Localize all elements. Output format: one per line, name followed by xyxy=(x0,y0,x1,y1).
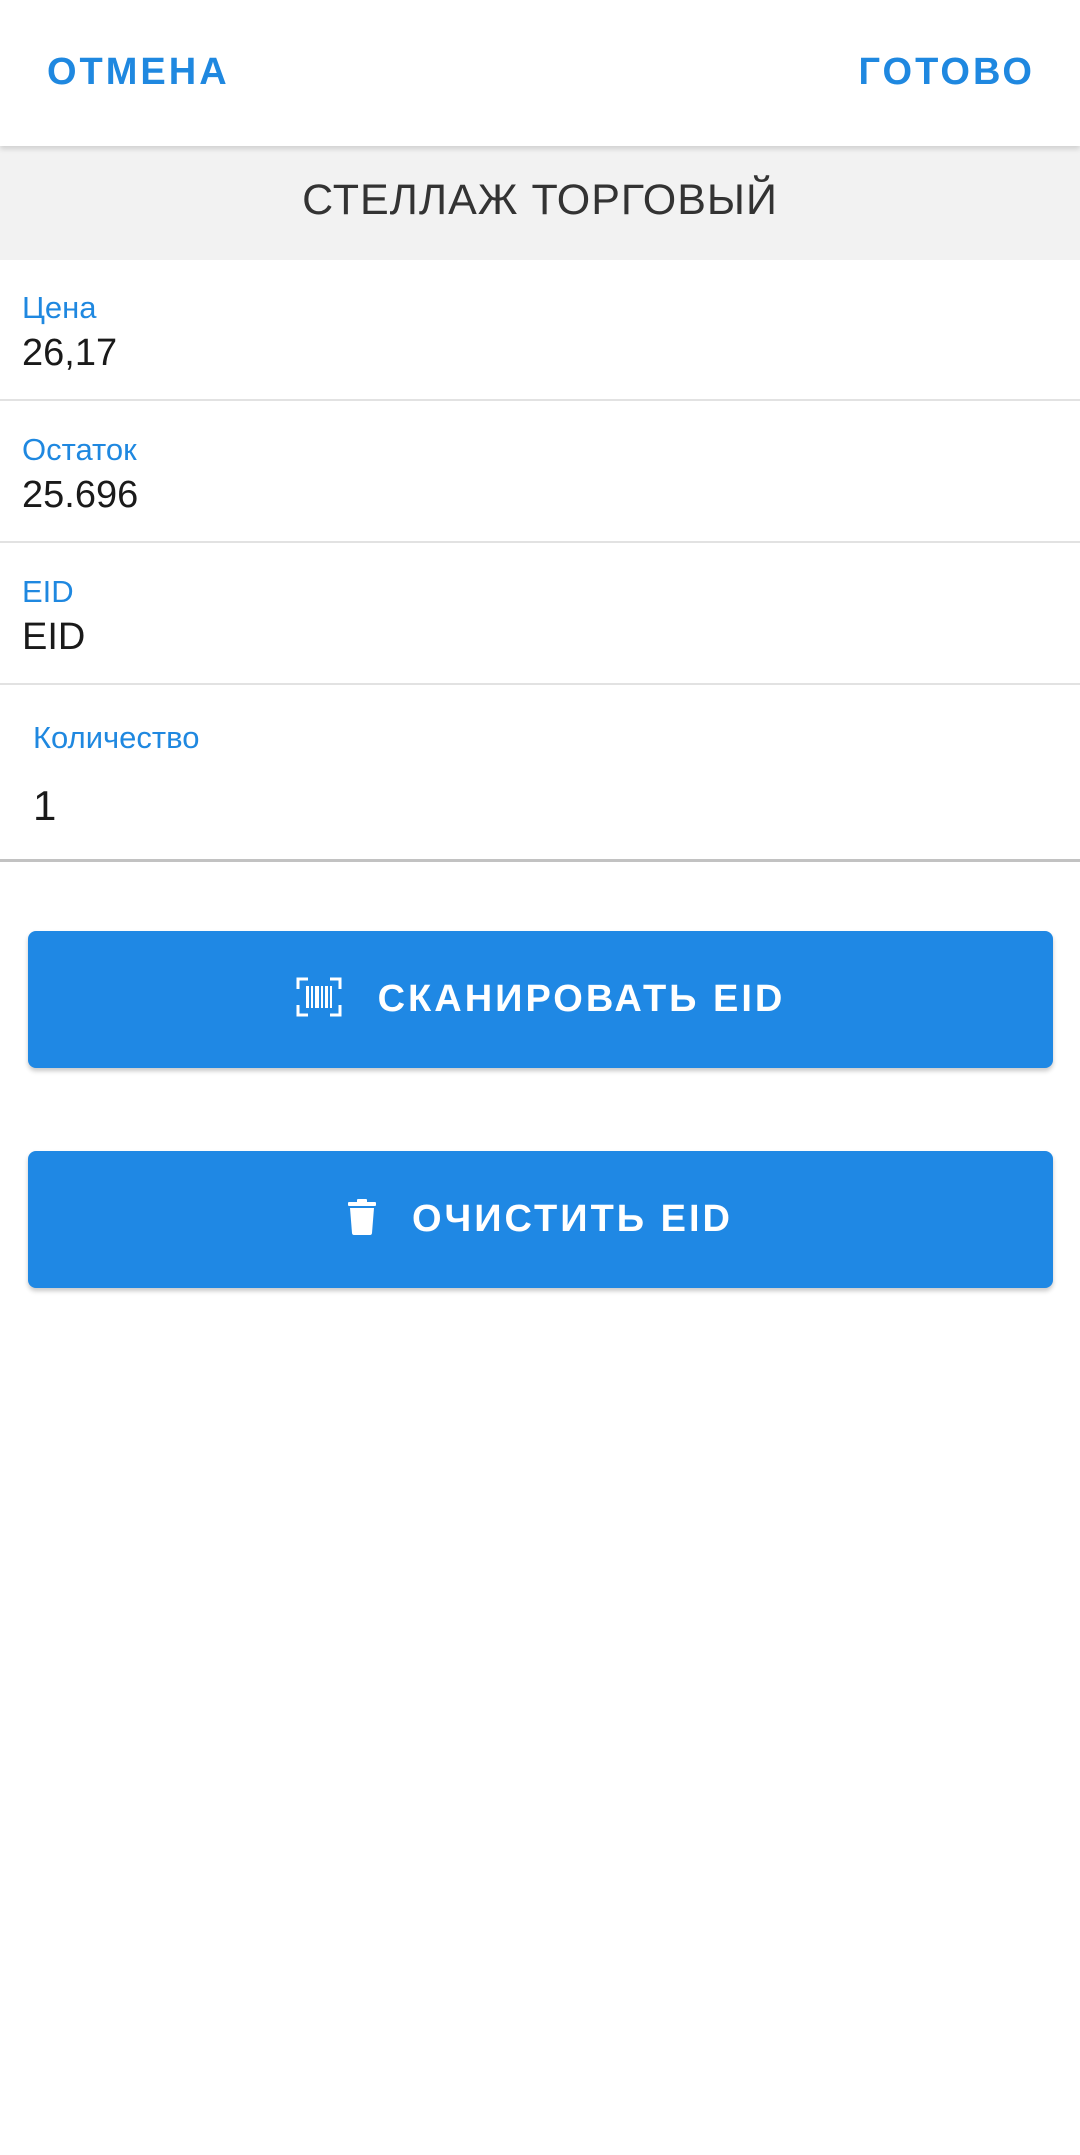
scan-eid-button[interactable]: СКАНИРОВАТЬ EID xyxy=(28,931,1053,1068)
quantity-input[interactable] xyxy=(33,776,1033,836)
eid-label: EID xyxy=(22,574,74,609)
stock-label: Остаток xyxy=(22,432,137,467)
scan-eid-label: СКАНИРОВАТЬ EID xyxy=(377,978,786,1020)
quantity-label: Количество xyxy=(33,720,200,755)
eid-row: EID EID xyxy=(0,544,1080,685)
barcode-scan-icon xyxy=(296,977,342,1022)
title-band: СТЕЛЛАЖ ТОРГОВЫЙ xyxy=(0,146,1080,260)
stock-value: 25.696 xyxy=(22,474,139,516)
price-value: 26,17 xyxy=(22,332,118,374)
eid-value: EID xyxy=(22,616,86,658)
trash-icon xyxy=(347,1199,376,1240)
quantity-field: Количество xyxy=(0,688,1080,862)
scan-eid-button-content: СКАНИРОВАТЬ EID xyxy=(28,931,1053,1068)
price-row: Цена 26,17 xyxy=(0,260,1080,401)
cancel-button[interactable]: ОТМЕНА xyxy=(47,44,230,100)
top-toolbar: ОТМЕНА ГОТОВО xyxy=(0,0,1080,146)
item-edit-screen: ОТМЕНА ГОТОВО СТЕЛЛАЖ ТОРГОВЫЙ Цена 26,1… xyxy=(0,0,1080,2155)
done-button[interactable]: ГОТОВО xyxy=(859,44,1035,100)
clear-eid-button-content: ОЧИСТИТЬ EID xyxy=(28,1151,1053,1288)
price-label: Цена xyxy=(22,290,97,325)
clear-eid-button[interactable]: ОЧИСТИТЬ EID xyxy=(28,1151,1053,1288)
page-title: СТЕЛЛАЖ ТОРГОВЫЙ xyxy=(302,176,778,224)
stock-row: Остаток 25.696 xyxy=(0,402,1080,543)
clear-eid-label: ОЧИСТИТЬ EID xyxy=(411,1198,734,1240)
